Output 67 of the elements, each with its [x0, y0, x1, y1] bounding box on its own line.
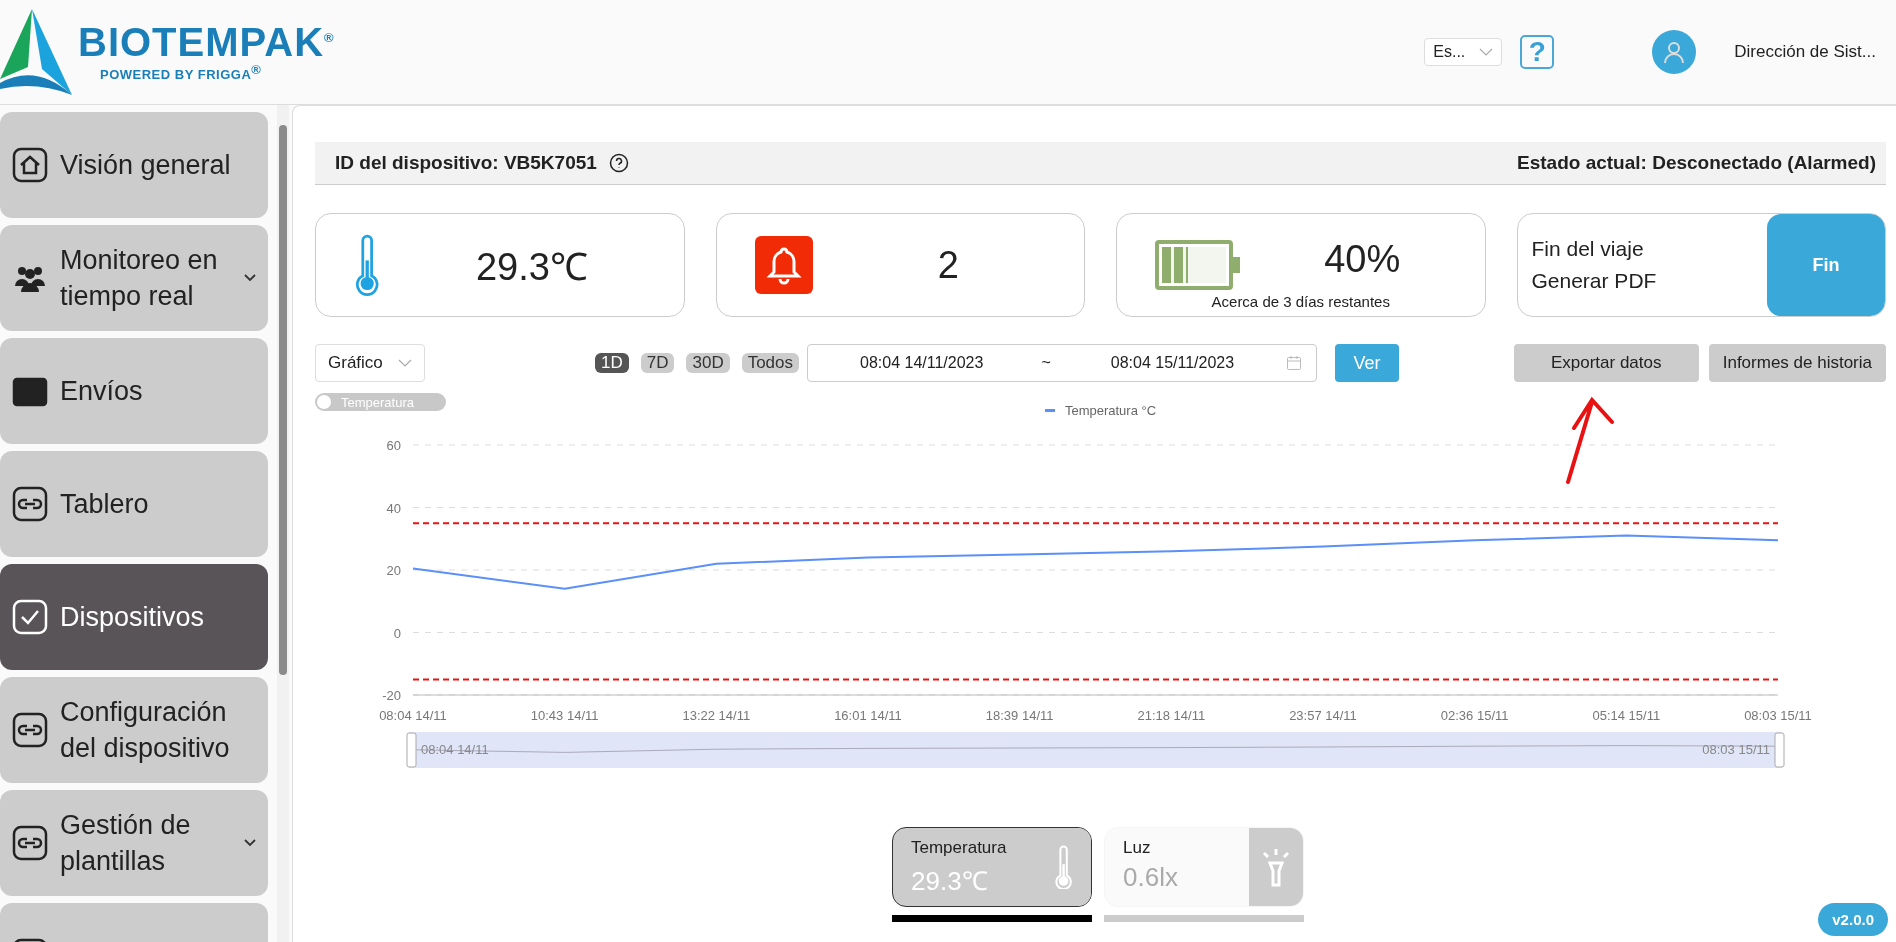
calendar-icon: [1286, 355, 1303, 371]
axis-label: 08:03 15/11: [1744, 708, 1812, 723]
scrollbar[interactable]: [277, 105, 289, 942]
trip-text: Fin del viaje: [1531, 236, 1645, 262]
caret-icon: [398, 359, 412, 367]
bell-icon: [754, 236, 813, 294]
check-icon: [12, 599, 48, 635]
sensor-tab[interactable]: Luz 0.6lx: [1104, 827, 1304, 907]
view-select[interactable]: Gráfico: [315, 344, 425, 382]
link-icon: [12, 825, 48, 861]
axis-label: -20: [382, 688, 401, 703]
home-icon: [12, 147, 48, 183]
temperature-value: 29.3℃: [474, 245, 589, 290]
sidebar-item[interactable]: Dispositivos: [0, 564, 268, 670]
sidebar-item[interactable]: Gestión de plantillas: [0, 790, 268, 896]
sidebar-item[interactable]: Envíos: [0, 338, 268, 444]
link-icon: [12, 486, 48, 522]
slider-label: 08:03 15/11: [1702, 742, 1770, 757]
device-status: Estado actual: Desconectado (Alarmed): [1517, 152, 1876, 174]
chevron-icon: [244, 274, 256, 282]
alarm-count: 2: [936, 243, 960, 287]
caret-icon: [1479, 48, 1494, 56]
user-name[interactable]: Dirección de Sist...: [1734, 42, 1876, 62]
axis-label: 05:14 15/11: [1592, 708, 1661, 723]
action-button[interactable]: Exportar datos: [1513, 344, 1699, 382]
axis-label: 08:04 14/11: [379, 708, 447, 723]
sidebar-item[interactable]: Monitoreo en tiempo real: [0, 225, 268, 331]
axis-label: 02:36 15/11: [1440, 708, 1509, 723]
axis-label: 21:18 14/11: [1137, 708, 1206, 723]
device-id: ID del dispositivo: VB5K7051: [335, 152, 597, 174]
period-chip[interactable]: 30D: [686, 353, 730, 373]
legend-label: Temperatura °C: [1064, 403, 1157, 418]
help-icon[interactable]: [608, 153, 629, 173]
period-chip[interactable]: 1D: [595, 353, 629, 373]
trip-text: Generar PDF: [1531, 268, 1658, 294]
axis-label: 13:22 14/11: [682, 708, 751, 723]
period-chip[interactable]: 7D: [640, 353, 675, 373]
link-icon: [12, 712, 48, 748]
slider-handle[interactable]: [406, 732, 417, 768]
language-select[interactable]: Es...: [1424, 38, 1503, 66]
sidebar-item[interactable]: Visión general: [0, 112, 268, 218]
axis-label: 20: [386, 563, 401, 578]
logo-text: BIOTEMPAK$^{®}$: [78, 21, 335, 62]
axis-label: 0: [393, 625, 401, 641]
action-button[interactable]: Informes de historia: [1708, 344, 1886, 382]
logo-icon: [0, 9, 72, 95]
axis-label: 18:39 14/11: [985, 708, 1054, 723]
battery-value: 40%: [1323, 237, 1402, 281]
date-range-field[interactable]: 08:04 14/11/2023 ~ 08:04 15/11/2023: [807, 344, 1318, 382]
thermometer-icon: [354, 234, 381, 296]
axis-label: 60: [386, 438, 401, 453]
axis-label: 16:01 14/11: [834, 708, 902, 723]
axis-label: 10:43 14/11: [530, 708, 599, 723]
user-icon: [1662, 40, 1687, 64]
slider-label: 08:04 14/11: [421, 742, 489, 757]
period-chip[interactable]: Todos: [741, 353, 800, 373]
battery-note: Acerca de 3 días restantes: [1210, 293, 1391, 310]
axis-label: 23:57 14/11: [1289, 708, 1357, 723]
sidebar-item[interactable]: Configuración del dispositivo: [0, 677, 268, 783]
chevron-icon: [244, 839, 256, 847]
thermometer-icon: [1054, 844, 1074, 890]
legend-swatch: [1044, 409, 1055, 412]
slider-handle[interactable]: [1774, 732, 1785, 768]
axis-label: 40: [386, 500, 401, 516]
version-badge: v2.0.0: [1818, 903, 1888, 936]
sidebar-item[interactable]: Tablero: [0, 451, 268, 557]
avatar[interactable]: [1652, 30, 1697, 74]
